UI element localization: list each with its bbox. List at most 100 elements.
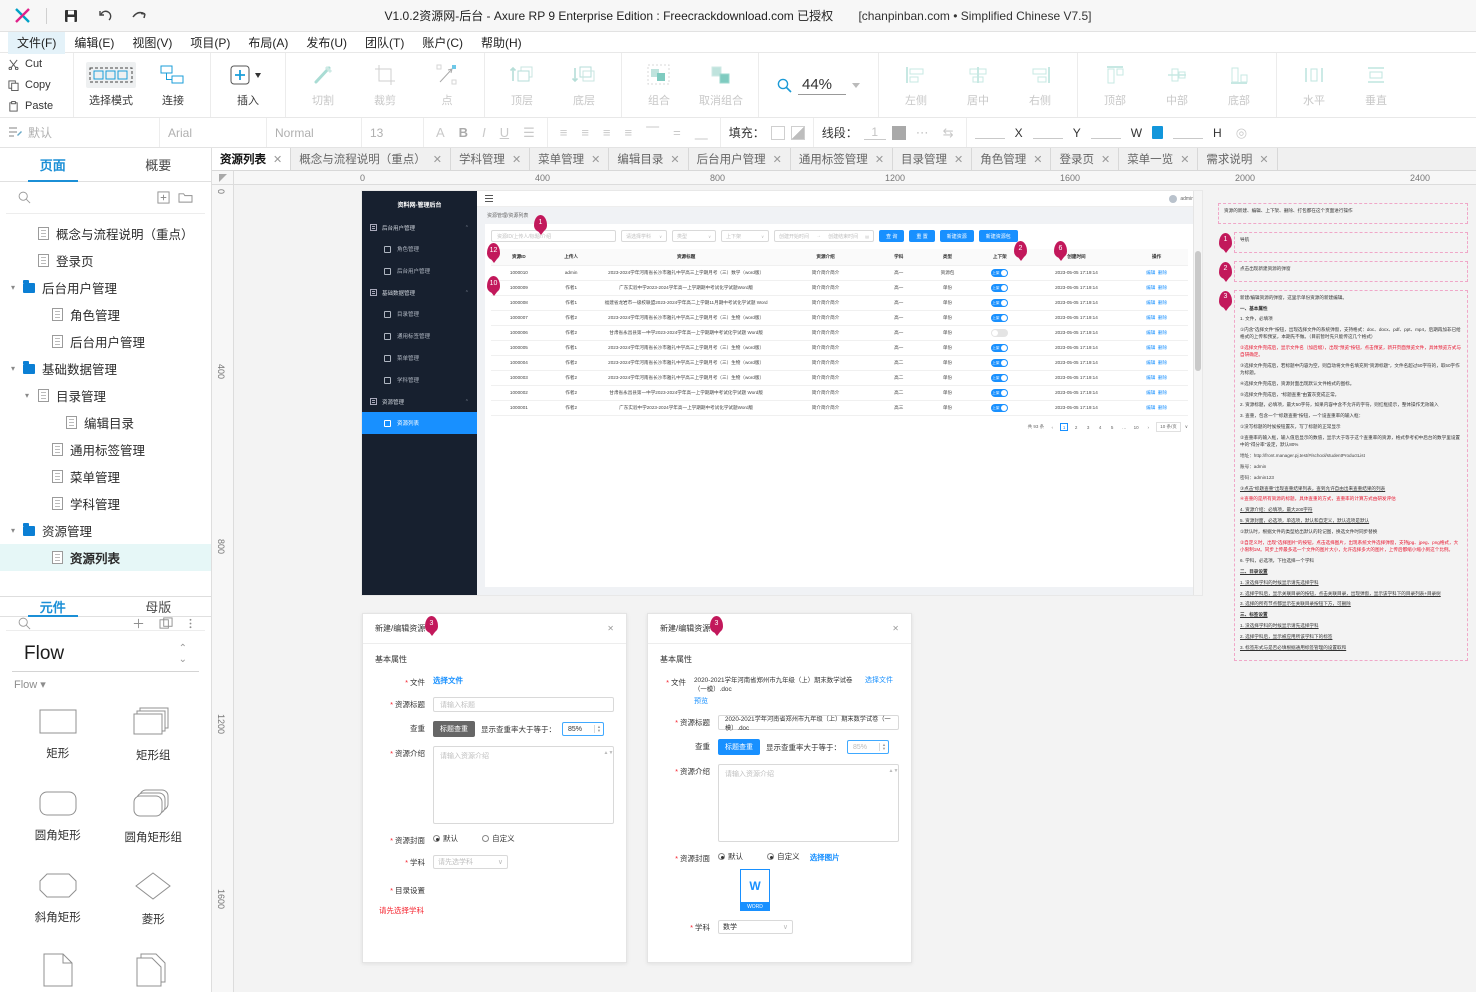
type-select[interactable]: 类型 ∨ (672, 230, 716, 242)
close-tab-icon[interactable]: ✕ (1101, 153, 1110, 166)
intro-textarea[interactable]: 请输入资源介绍 ▲▼ (718, 764, 899, 842)
edit-link[interactable]: 编辑 (1146, 285, 1155, 290)
menu-item-2[interactable]: 视图(V) (123, 31, 181, 54)
widget-文件[interactable]: 文件 (10, 943, 106, 992)
arrow-style-icon[interactable]: ⇆ (939, 125, 958, 141)
status-toggle[interactable]: 上架 (991, 299, 1009, 307)
status-toggle[interactable]: 上架 (991, 269, 1009, 277)
pagination-page-size[interactable]: 10 条/页 (1156, 422, 1181, 432)
title-check-button[interactable]: 标题查重 (433, 721, 475, 737)
sidebar-item-通用标签管理[interactable]: 通用标签管理 (0, 436, 211, 463)
panel-tab-母版[interactable]: 母版 (106, 597, 212, 616)
w-input[interactable] (1090, 126, 1121, 139)
chevron-down-icon[interactable] (852, 82, 861, 88)
cell-status[interactable]: 上架 (971, 340, 1028, 356)
status-select[interactable]: 上下架 ∨ (721, 230, 769, 242)
cover-thumbnail[interactable]: W WORD (740, 869, 774, 911)
cell-status[interactable]: 上架 (971, 295, 1028, 311)
menu-item-3[interactable]: 项目(P) (181, 31, 239, 54)
mock-nav-item-角色管理[interactable]: 角色管理 (362, 238, 477, 260)
add-page-icon[interactable] (157, 191, 170, 204)
title-check-button[interactable]: 标题查重 (718, 739, 760, 755)
choose-file-link[interactable]: 选择文件 (865, 675, 893, 685)
distribute-v-button[interactable]: 垂直 (1349, 62, 1403, 108)
textarea-scrollbar[interactable]: ▲▼ (889, 768, 899, 838)
delete-link[interactable]: 删除 (1158, 330, 1167, 335)
canvas-tab-bar[interactable]: 资源列表 ✕ 概念与流程说明（重点） ✕ 学科管理 ✕ 菜单管理 ✕ 编辑目录 ✕ 后台用户管理 ✕ 通… (212, 148, 1476, 171)
select-mode-button[interactable]: 选择模式 (84, 62, 138, 108)
sidebar-item-基础数据管理[interactable]: ▾ 基础数据管理 (0, 355, 211, 382)
canvas-tab-资源列表[interactable]: 资源列表 ✕ (212, 148, 292, 170)
annotation-pin-3[interactable]: 3 (1219, 290, 1232, 308)
widget-矩形组[interactable]: 矩形组 (106, 697, 202, 773)
menu-item-0[interactable]: 文件(F) (8, 30, 66, 54)
insert-button[interactable]: 插入 (221, 62, 275, 108)
cell-actions[interactable]: 编辑 删除 (1125, 370, 1188, 386)
status-toggle[interactable]: 上架 (991, 404, 1009, 412)
sidebar-item-后台用户管理[interactable]: ▾ 后台用户管理 (0, 274, 211, 301)
delete-link[interactable]: 删除 (1158, 345, 1167, 350)
table-row[interactable]: 1000002 作者2 甘肃省永昌县第一中学2023-2024学年高一上学期期中考试… (491, 385, 1188, 401)
y-input[interactable] (1032, 126, 1063, 139)
vertical-ruler[interactable]: 0 400 800 1200 1600 (212, 185, 234, 992)
cover-default-radio[interactable]: 默认 (718, 851, 743, 862)
bullet-list-icon[interactable]: ☰ (519, 125, 539, 141)
mock-nav-item-通用标签管理[interactable]: 通用标签管理 (362, 325, 477, 347)
style-select[interactable]: 默认 (0, 118, 160, 147)
ruler-corner[interactable] (212, 171, 234, 185)
underline-icon[interactable]: U (496, 125, 513, 140)
mock-nav-item-资源列表[interactable]: 资源列表 (362, 412, 477, 434)
cut-button[interactable]: Cut (8, 55, 73, 74)
annotation-pin-12[interactable]: 12 (487, 243, 500, 260)
pagination-page[interactable]: 3 (1084, 423, 1092, 431)
line-width-input[interactable]: 1 (863, 125, 886, 140)
horizontal-ruler[interactable]: 0 400 800 1200 1600 2000 2400 (234, 171, 1476, 185)
canvas-tab-菜单一览[interactable]: 菜单一览 ✕ (1119, 148, 1199, 170)
canvas-tab-通用标签管理[interactable]: 通用标签管理 ✕ (791, 148, 894, 170)
slice-button[interactable]: 切割 (296, 62, 350, 108)
close-tab-icon[interactable]: ✕ (1259, 153, 1268, 166)
preview-link[interactable]: 预览 (694, 696, 899, 706)
pagination-page[interactable]: 10 (1132, 423, 1140, 431)
pagination[interactable]: 共 93 条 ‹ 1 2 3 4 5 … 10 › 10 条/页 ∨ (491, 416, 1188, 432)
table-row[interactable]: 1000005 作者1 2023-2024学年河南省长沙市雅礼中学高三上学期月考（三… (491, 340, 1188, 356)
canvas-tab-编辑目录[interactable]: 编辑目录 ✕ (609, 148, 689, 170)
cell-status[interactable] (971, 325, 1028, 341)
expand-arrow-icon[interactable]: ▾ (6, 283, 20, 292)
valign-bottom-icon[interactable]: ⎽ (691, 125, 712, 141)
duplicate-icon[interactable] (159, 617, 174, 630)
title-input[interactable]: 请输入标题 (433, 697, 614, 712)
sidebar-item-编辑目录[interactable]: 编辑目录 (0, 409, 211, 436)
table-row[interactable]: 1000009 作者1 广东实验中学2023-2024学年高一上学期期中考试化学试题… (491, 280, 1188, 296)
mock-nav-item-目录管理[interactable]: 目录管理 (362, 303, 477, 325)
textarea-scrollbar[interactable]: ▲▼ (604, 750, 614, 820)
sidebar-item-目录管理[interactable]: ▾ 目录管理 (0, 382, 211, 409)
sidebar-item-菜单管理[interactable]: 菜单管理 (0, 463, 211, 490)
expand-arrow-icon[interactable]: ▾ (6, 364, 20, 373)
zoom-control[interactable]: 44% (769, 76, 868, 95)
table-row[interactable]: 1000004 作者2 2023-2024学年河南省长沙市雅礼中学高三上学期月考（三… (491, 355, 1188, 371)
subject-select[interactable]: 数学 ∨ (718, 920, 793, 934)
mock-user[interactable]: admin (1169, 194, 1194, 203)
delete-link[interactable]: 删除 (1158, 315, 1167, 320)
pagination-next[interactable]: › (1144, 423, 1152, 431)
search-input[interactable]: 资源ID/上传人/标题/介绍 (491, 230, 616, 242)
align-text-center-icon[interactable]: ≡ (577, 125, 593, 140)
pagination-page[interactable]: … (1120, 423, 1128, 431)
cell-status[interactable]: 上架 (971, 385, 1028, 401)
distribute-h-button[interactable]: 水平 (1287, 62, 1341, 108)
edit-link[interactable]: 编辑 (1146, 345, 1155, 350)
widget-圆角矩形组[interactable]: 圆角矩形组 (106, 779, 202, 855)
delete-link[interactable]: 删除 (1158, 285, 1167, 290)
edit-link[interactable]: 编辑 (1146, 360, 1155, 365)
edit-link[interactable]: 编辑 (1146, 270, 1155, 275)
cell-actions[interactable]: 编辑 删除 (1125, 385, 1188, 401)
menu-item-5[interactable]: 发布(U) (297, 31, 356, 54)
cell-status[interactable]: 上架 (971, 370, 1028, 386)
close-tab-icon[interactable]: ✕ (273, 153, 282, 166)
close-tab-icon[interactable]: ✕ (1033, 153, 1042, 166)
menu-item-6[interactable]: 团队(T) (356, 31, 413, 54)
edit-link[interactable]: 编辑 (1146, 315, 1155, 320)
pagination-page[interactable]: 2 (1072, 423, 1080, 431)
annotation-pin-6[interactable]: 6 (1054, 241, 1067, 258)
